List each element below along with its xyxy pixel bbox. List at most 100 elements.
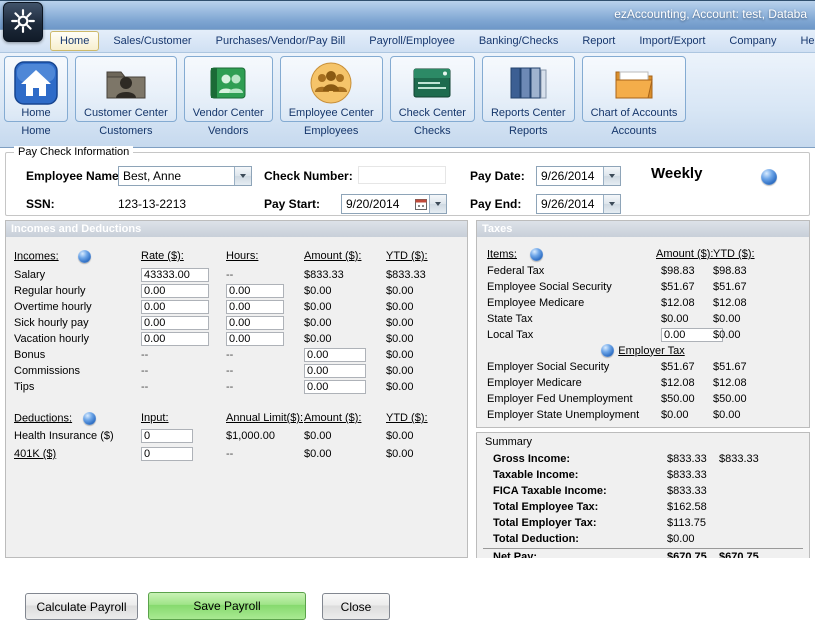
deductions-help-globe-icon[interactable]: [83, 412, 96, 425]
calendar-icon: [415, 198, 427, 210]
rate-input[interactable]: [141, 300, 209, 314]
amount-input[interactable]: [304, 380, 366, 394]
deduction-ytd: $0.00: [386, 448, 467, 460]
app-menu-button[interactable]: [3, 2, 43, 42]
annual-limit-column-label: Annual Limit($):: [226, 412, 304, 424]
calculate-payroll-button[interactable]: Calculate Payroll: [25, 593, 138, 620]
pay-date-value: 9/26/2014: [537, 169, 603, 183]
tax-amount-value: $12.08: [661, 297, 713, 309]
summary-amount: $0.00: [667, 533, 719, 545]
menu-tab-banking-checks[interactable]: Banking/Checks: [469, 31, 569, 51]
menu-tab-company[interactable]: Company: [719, 31, 786, 51]
hours-input[interactable]: [226, 316, 284, 330]
hours-input[interactable]: [226, 300, 284, 314]
income-label: Overtime hourly: [14, 301, 141, 313]
rate-input[interactable]: [141, 284, 209, 298]
rate-value: --: [141, 365, 226, 377]
titlebar: ezAccounting, Account: test, Databa: [0, 0, 815, 30]
employee-name-label: Employee Name:: [26, 169, 123, 183]
employer-tax-help-globe-icon[interactable]: [601, 344, 614, 357]
menu-tab-purchases-vendor-pay-bill[interactable]: Purchases/Vendor/Pay Bill: [206, 31, 356, 51]
tax-row: Federal Tax$98.83$98.83: [477, 263, 809, 279]
rate-column-label: Rate ($):: [141, 250, 226, 262]
chevron-down-icon[interactable]: [603, 195, 620, 213]
deduction-row: 401K ($)--$0.00$0.00: [6, 445, 467, 463]
check-number-input[interactable]: [358, 166, 446, 184]
amount-input[interactable]: [304, 348, 366, 362]
menu-tab-help[interactable]: Help: [790, 31, 815, 51]
items-column-label: Items:: [487, 248, 517, 260]
income-ytd: $0.00: [386, 317, 467, 329]
menu-tab-report[interactable]: Report: [572, 31, 625, 51]
toolbar-item-label: Home: [21, 107, 50, 119]
summary-amount: $833.33: [667, 453, 719, 465]
rate-input[interactable]: [141, 316, 209, 330]
summary-row: Gross Income:$833.33$833.33: [483, 451, 803, 467]
summary-label: Gross Income:: [493, 453, 667, 465]
chevron-down-icon[interactable]: [603, 167, 620, 185]
summary-amount: $113.75: [667, 517, 719, 529]
pay-date-select[interactable]: 9/26/2014: [536, 166, 621, 186]
incomes-deductions-header: Incomes and Deductions: [6, 221, 467, 237]
rate-input[interactable]: [141, 268, 209, 282]
tax-ytd: $98.83: [713, 265, 809, 277]
income-ytd: $0.00: [386, 333, 467, 345]
pay-start-datepicker[interactable]: 9/20/2014: [341, 194, 447, 214]
toolbar-item-caption: Customers: [99, 125, 152, 137]
close-button[interactable]: Close: [322, 593, 390, 620]
menu-tab-import-export[interactable]: Import/Export: [629, 31, 715, 51]
reports-center-button[interactable]: Reports Center: [482, 56, 575, 122]
summary-title: Summary: [485, 436, 532, 448]
amount-input[interactable]: [304, 364, 366, 378]
rate-input[interactable]: [141, 332, 209, 346]
customer-center-button[interactable]: Customer Center: [75, 56, 177, 122]
employee-name-select[interactable]: Best, Anne: [118, 166, 252, 186]
taxes-help-globe-icon[interactable]: [530, 248, 543, 261]
hours-input[interactable]: [226, 284, 284, 298]
paycheck-section-title: Pay Check Information: [14, 146, 133, 158]
ytd-column-label: YTD ($):: [386, 412, 467, 424]
toolbar: Home Home Customer Center Customers Vend…: [0, 53, 815, 148]
summary-label: Taxable Income:: [493, 469, 667, 481]
amount-column-label: Amount ($):: [656, 248, 713, 260]
toolbar-item-caption: Employees: [304, 125, 358, 137]
income-ytd: $0.00: [386, 365, 467, 377]
taxes-column-headers: Items: Amount ($): YTD ($):: [477, 247, 809, 261]
summary-row: Total Deduction:$0.00: [483, 531, 803, 547]
check-center-button[interactable]: Check Center: [390, 56, 475, 122]
summary-row: FICA Taxable Income:$833.33: [483, 483, 803, 499]
toolbar-item-customer-center: Customer Center Customers: [75, 56, 177, 137]
window-title: ezAccounting, Account: test, Databa: [614, 7, 807, 21]
deduction-input[interactable]: [141, 447, 193, 461]
amount-value: $0.00: [304, 333, 386, 345]
menubar: HomeSales/CustomerPurchases/Vendor/Pay B…: [0, 30, 815, 53]
chart-of-accounts-button[interactable]: Chart of Accounts: [582, 56, 687, 122]
deduction-input[interactable]: [141, 429, 193, 443]
tax-ytd: $0.00: [713, 329, 809, 341]
summary-rows: Gross Income:$833.33$833.33 Taxable Incom…: [483, 451, 803, 564]
chevron-down-icon[interactable]: [429, 195, 446, 213]
deduction-limit: $1,000.00: [226, 430, 304, 442]
hours-value: --: [226, 269, 304, 281]
summary-label: Total Employee Tax:: [493, 501, 667, 513]
menu-tab-home[interactable]: Home: [50, 31, 99, 51]
home-button[interactable]: Home: [4, 56, 68, 122]
save-payroll-button[interactable]: Save Payroll: [148, 592, 306, 620]
income-row: Bonus----$0.00: [6, 347, 467, 363]
vendor-center-button[interactable]: Vendor Center: [184, 56, 273, 122]
menu-tab-sales-customer[interactable]: Sales/Customer: [103, 31, 201, 51]
hours-input[interactable]: [226, 332, 284, 346]
employer-tax-row: Employer Medicare$12.08$12.08: [477, 375, 809, 391]
income-ytd: $0.00: [386, 349, 467, 361]
deduction-ytd: $0.00: [386, 430, 467, 442]
help-globe-icon[interactable]: [761, 169, 777, 185]
app-logo-icon: [10, 8, 36, 37]
employer-tax-amount: $51.67: [661, 361, 713, 373]
home-icon: [13, 60, 59, 106]
employee-center-button[interactable]: Employee Center: [280, 56, 383, 122]
menu-tab-payroll-employee[interactable]: Payroll/Employee: [359, 31, 465, 51]
chevron-down-icon[interactable]: [234, 167, 251, 185]
pay-end-select[interactable]: 9/26/2014: [536, 194, 621, 214]
incomes-help-globe-icon[interactable]: [78, 250, 91, 263]
tax-label: State Tax: [487, 313, 661, 325]
